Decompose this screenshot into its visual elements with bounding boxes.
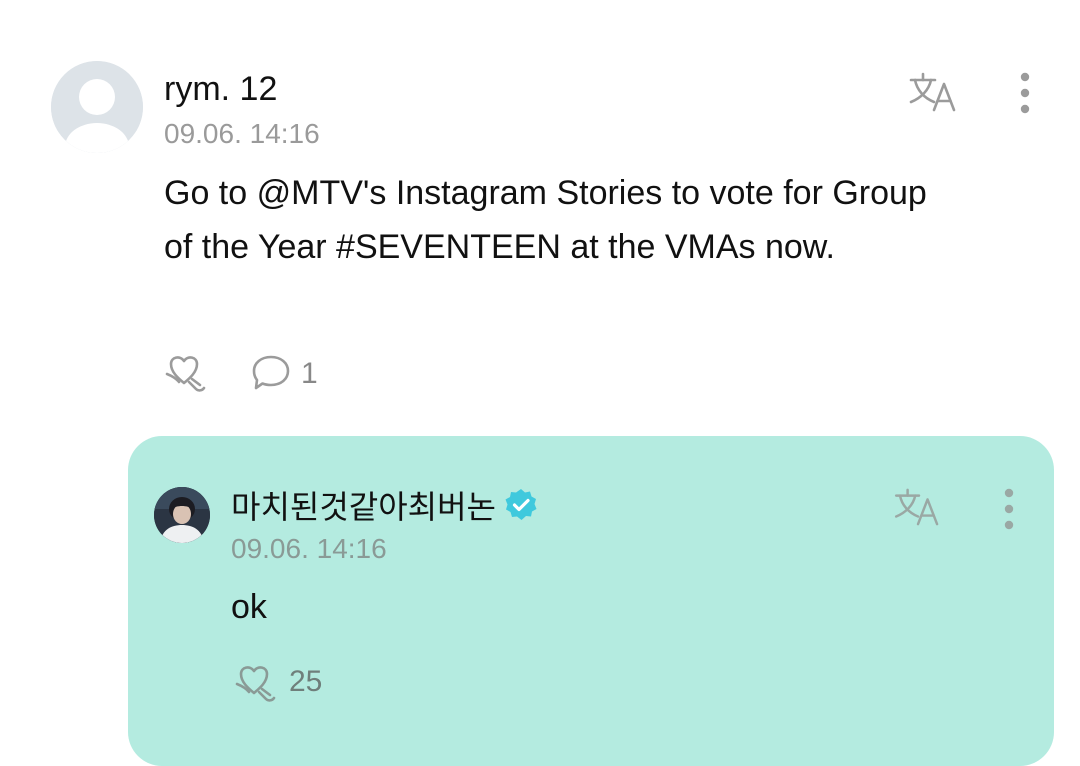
reply-like-count: 25 <box>289 665 323 698</box>
post-timestamp: 09.06. 14:16 <box>164 118 320 149</box>
speech-bubble-icon[interactable] <box>251 354 291 392</box>
reply-username[interactable]: 마치된것같아최버논 <box>231 482 496 528</box>
heart-hand-icon[interactable] <box>163 352 209 394</box>
artist-photo <box>154 487 210 543</box>
verified-badge-icon <box>505 489 537 520</box>
post-username[interactable]: rym. 12 <box>164 70 277 109</box>
reply-more-vertical-icon[interactable] <box>1002 488 1016 530</box>
reply-translate-icon[interactable] <box>893 488 945 526</box>
post-body: Go to @MTV's Instagram Stories to vote f… <box>164 174 927 266</box>
translate-icon[interactable] <box>908 72 962 112</box>
reply-heart-hand-icon[interactable] <box>233 662 279 704</box>
reply-timestamp: 09.06. 14:16 <box>231 533 387 564</box>
reply-body: ok <box>231 588 267 626</box>
more-vertical-icon[interactable] <box>1018 72 1032 114</box>
default-avatar-icon <box>51 61 143 153</box>
artist-avatar[interactable] <box>154 487 210 543</box>
avatar[interactable] <box>51 61 143 153</box>
reply-username-row: 마치된것같아최버논 <box>231 482 538 528</box>
comment-count: 1 <box>301 357 318 390</box>
